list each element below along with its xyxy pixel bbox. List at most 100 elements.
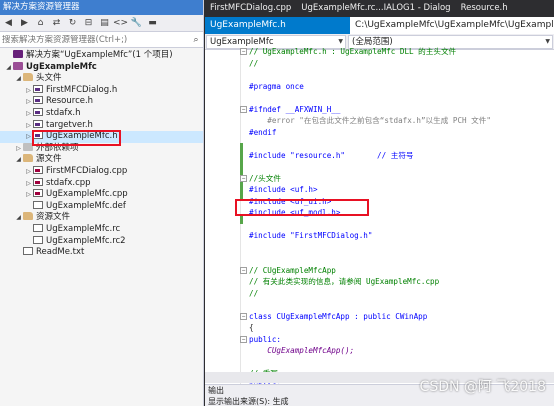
h-file-icon bbox=[33, 119, 43, 128]
file-path-tab[interactable]: C:\UgExampleMfc\UgExampleMfc\UgExampleMf… bbox=[350, 17, 554, 34]
code-line: #endif bbox=[249, 127, 554, 139]
txt-file-icon bbox=[33, 223, 43, 232]
tree-item[interactable]: ◢ UgExampleMfc bbox=[0, 61, 203, 74]
collapsed-arrow-icon[interactable]: ▷ bbox=[24, 189, 33, 201]
collapsed-arrow-icon[interactable]: ▷ bbox=[24, 178, 33, 190]
collapsed-arrow-icon[interactable]: ▷ bbox=[24, 96, 33, 108]
forward-icon[interactable]: ▶ bbox=[18, 17, 31, 30]
editor-margin bbox=[205, 51, 241, 399]
tree-item[interactable]: ReadMe.txt bbox=[0, 247, 203, 259]
tab-first-mfc-dialog-cpp[interactable]: FirstMFCDialog.cpp bbox=[205, 0, 296, 17]
tree-item-label: UgExampleMfc.rc bbox=[46, 223, 121, 234]
tree-item[interactable]: UgExampleMfc.rc2 bbox=[0, 235, 203, 248]
refresh-icon[interactable]: ↻ bbox=[66, 17, 79, 30]
solution-explorer-panel: 解决方案资源管理器 ◀ ▶ ⌂ ⇄ ↻ ⊟ ▤ <> 🔧 ▬ ⌕ 解决方案“Ug… bbox=[0, 0, 204, 406]
code-text: class CUgExampleMfcApp : public CWinApp bbox=[249, 311, 428, 321]
code-text: #pragma once bbox=[249, 81, 304, 91]
preview-icon[interactable]: ▬ bbox=[146, 17, 159, 30]
tree-item[interactable]: ▷ UgExampleMfc.h bbox=[0, 131, 203, 143]
tree-item[interactable]: 解决方案“UgExampleMfc”(1 个项目) bbox=[0, 50, 203, 62]
tab-ug-example-mfc-h[interactable]: UgExampleMfc.h bbox=[205, 17, 350, 34]
sync-icon[interactable]: ⇄ bbox=[50, 17, 63, 30]
code-text: #include <uf_ui.h> bbox=[249, 196, 332, 206]
tree-item[interactable]: ◢ 源文件 bbox=[0, 154, 203, 166]
tree-item-label: 资源文件 bbox=[36, 212, 71, 223]
tree-item-label: 外部依赖项 bbox=[36, 142, 79, 153]
code-line: − class CUgExampleMfcApp : public CWinApp bbox=[240, 311, 554, 323]
code-line: #include "resource.h" // 主符号 bbox=[249, 150, 554, 162]
collapsed-arrow-icon[interactable]: ▷ bbox=[14, 143, 23, 155]
search-icon[interactable]: ⌕ bbox=[189, 35, 203, 45]
solution-file-icon bbox=[13, 50, 23, 58]
folder-file-icon bbox=[23, 212, 33, 221]
collapse-toggle-icon[interactable]: − bbox=[240, 105, 247, 113]
code-area[interactable]: −// UgExampleMfc.h : UgExampleMfc DLL 的主… bbox=[240, 46, 554, 406]
tree-item[interactable]: ▷ targetver.h bbox=[0, 119, 203, 132]
tree-item-label: FirstMFCDialog.h bbox=[46, 84, 118, 95]
solution-explorer-toolbar: ◀ ▶ ⌂ ⇄ ↻ ⊟ ▤ <> 🔧 ▬ bbox=[0, 15, 203, 32]
collapse-toggle-icon[interactable]: − bbox=[240, 335, 247, 343]
show-all-files-icon[interactable]: ▤ bbox=[98, 17, 111, 30]
solution-tree: 解决方案“UgExampleMfc”(1 个项目) ◢ UgExampleMfc ◢ 头… bbox=[0, 48, 203, 259]
tab-ug-example-mfc-rc[interactable]: UgExampleMfc.rc...IALOG1 - Dialog bbox=[296, 0, 455, 17]
expanded-arrow-icon[interactable]: ◢ bbox=[14, 73, 23, 85]
collapsed-arrow-icon[interactable]: ▷ bbox=[24, 120, 33, 132]
tree-item[interactable]: UgExampleMfc.rc bbox=[0, 223, 203, 236]
tree-item[interactable]: ▷ Resource.h bbox=[0, 96, 203, 108]
solution-explorer-title: 解决方案资源管理器 bbox=[0, 0, 203, 15]
txt-file-icon bbox=[33, 200, 43, 209]
collapse-toggle-icon[interactable]: − bbox=[240, 266, 247, 274]
tree-item[interactable]: ▷ 外部依赖项 bbox=[0, 142, 203, 155]
tree-item[interactable]: ◢ 头文件 bbox=[0, 73, 203, 85]
collapse-toggle-icon[interactable]: − bbox=[240, 48, 247, 55]
tree-item-label: FirstMFCDialog.cpp bbox=[46, 165, 128, 176]
code-text: // bbox=[249, 58, 259, 68]
home-icon[interactable]: ⌂ bbox=[34, 17, 47, 30]
properties-icon[interactable]: 🔧 bbox=[130, 17, 143, 30]
folder-file-icon bbox=[23, 73, 33, 82]
code-text: #include <uf_modl.h> bbox=[249, 208, 341, 217]
collapsed-arrow-icon[interactable]: ▷ bbox=[24, 85, 33, 97]
tree-item-label: 源文件 bbox=[36, 154, 62, 165]
collapsed-arrow-icon[interactable]: ▷ bbox=[24, 131, 33, 143]
expanded-arrow-icon[interactable]: ◢ bbox=[14, 154, 23, 166]
tree-item[interactable]: ▷ UgExampleMfc.cpp bbox=[0, 189, 203, 201]
tree-item[interactable]: ▷ FirstMFCDialog.h bbox=[0, 84, 203, 97]
collapse-toggle-icon[interactable]: − bbox=[240, 312, 247, 320]
tree-item[interactable]: ▷ stdafx.h bbox=[0, 107, 203, 120]
expanded-arrow-icon[interactable]: ◢ bbox=[4, 62, 13, 74]
tree-item[interactable]: ▷ FirstMFCDialog.cpp bbox=[0, 165, 203, 178]
collapse-all-icon[interactable]: ⊟ bbox=[82, 17, 95, 30]
code-text: //头文件 bbox=[249, 173, 281, 183]
collapse-toggle-icon[interactable]: − bbox=[240, 174, 247, 182]
code-text: // UgExampleMfc.h : UgExampleMfc DLL 的主头… bbox=[249, 47, 457, 56]
solution-explorer-search[interactable]: ⌕ bbox=[0, 32, 203, 48]
code-line: #include <uf_modl.h> bbox=[249, 207, 554, 219]
tree-item-label: stdafx.cpp bbox=[46, 177, 91, 188]
h-file-icon bbox=[33, 131, 43, 140]
code-line: #include <uf_ui.h> bbox=[249, 196, 554, 208]
code-line: CUgExampleMfcApp(); bbox=[249, 345, 554, 357]
watermark-text: CSDN @阿 飞2018 bbox=[419, 379, 546, 395]
tree-item[interactable]: ▷ stdafx.cpp bbox=[0, 177, 203, 190]
code-view-icon[interactable]: <> bbox=[113, 17, 128, 30]
output-source-value[interactable]: 生成 bbox=[273, 397, 289, 406]
tab-resource-h[interactable]: Resource.h bbox=[456, 0, 513, 17]
h-file-icon bbox=[33, 96, 43, 105]
code-text: #include <uf.h> bbox=[249, 185, 318, 194]
code-text: #include "FirstMFCDialog.h" bbox=[249, 231, 373, 240]
collapsed-arrow-icon[interactable]: ▷ bbox=[24, 166, 33, 178]
cpp-file-icon bbox=[33, 189, 43, 198]
back-icon[interactable]: ◀ bbox=[2, 17, 15, 30]
collapsed-arrow-icon[interactable]: ▷ bbox=[24, 108, 33, 120]
code-text: // bbox=[249, 288, 259, 298]
change-indicator-bar bbox=[240, 216, 243, 224]
expanded-arrow-icon[interactable]: ◢ bbox=[14, 212, 23, 224]
search-input[interactable] bbox=[2, 34, 189, 45]
tree-item[interactable]: ◢ 资源文件 bbox=[0, 212, 203, 224]
tree-item[interactable]: UgExampleMfc.def bbox=[0, 200, 203, 213]
